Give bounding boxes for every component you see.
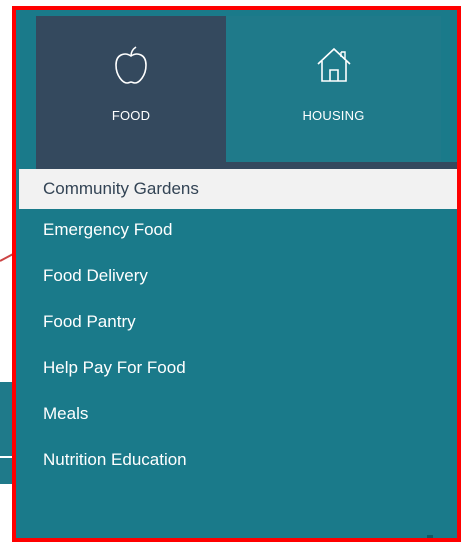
tab-food[interactable]: FOOD [36,16,226,162]
list-item-food-pantry[interactable]: Food Pantry [19,301,457,347]
category-panel: FOOD HOUSING Community Gardens Emergency… [12,6,461,542]
tab-housing-label: HOUSING [302,108,365,123]
house-icon [316,47,351,82]
tab-underline [36,162,457,169]
list-item-food-delivery[interactable]: Food Delivery [19,255,457,301]
subcategory-list: Community Gardens Emergency Food Food De… [19,169,457,485]
tab-food-label: FOOD [111,108,151,123]
corner-mark [427,535,433,538]
list-item-meals[interactable]: Meals [19,393,457,439]
list-item-nutrition-education[interactable]: Nutrition Education [19,439,457,485]
list-item-community-gardens[interactable]: Community Gardens [19,169,457,209]
tab-housing[interactable]: HOUSING [226,16,441,162]
list-item-help-pay-for-food[interactable]: Help Pay For Food [19,347,457,393]
category-tabs: FOOD HOUSING [36,16,457,162]
list-item-emergency-food[interactable]: Emergency Food [19,209,457,255]
apple-icon [115,46,147,84]
